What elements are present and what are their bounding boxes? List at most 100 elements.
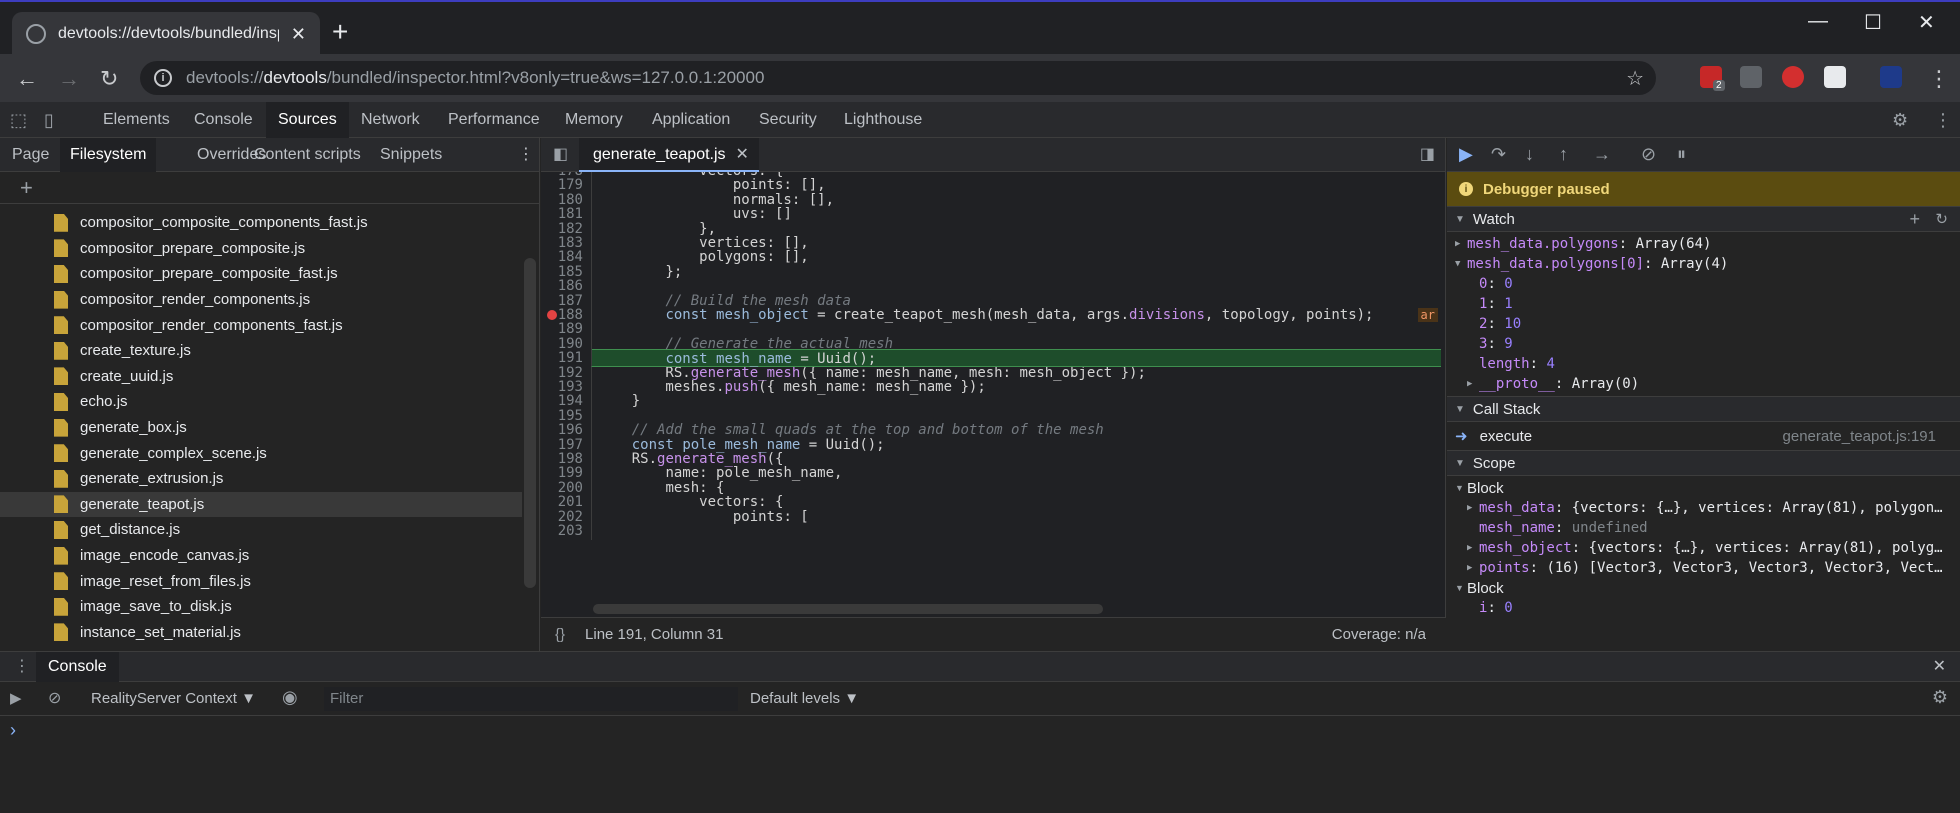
code-text[interactable]: vectors: { xyxy=(591,172,1441,180)
toggle-navigator-icon[interactable]: ◧ xyxy=(553,144,568,164)
eye-icon[interactable]: ◉ xyxy=(282,687,298,708)
bookmark-star-icon[interactable]: ☆ xyxy=(1626,66,1644,91)
add-folder-icon[interactable]: + xyxy=(0,172,539,204)
minimize-icon[interactable]: — xyxy=(1808,10,1828,33)
file-item[interactable]: get_distance.js xyxy=(0,517,522,543)
tab-application[interactable]: Application xyxy=(640,102,742,138)
scope-variable[interactable]: ▶ points: (16) [Vector3, Vector3, Vector3… xyxy=(1455,558,1960,578)
extension-s-icon[interactable] xyxy=(1824,66,1846,88)
file-item[interactable]: image_encode_canvas.js xyxy=(0,543,522,569)
step-icon[interactable]: → xyxy=(1593,144,1611,165)
tab-content-scripts[interactable]: Content scripts xyxy=(244,138,371,172)
frame-location[interactable]: generate_teapot.js:191 xyxy=(1783,428,1936,445)
back-arrow-icon[interactable]: ← xyxy=(16,66,38,92)
scope-variable[interactable]: mesh_name: undefined xyxy=(1455,518,1960,538)
tab-performance[interactable]: Performance xyxy=(436,102,552,138)
proto-row[interactable]: ▶ __proto__: Array(0) xyxy=(1455,374,1960,394)
tab-console-drawer[interactable]: Console xyxy=(36,652,119,682)
watch-header[interactable]: ▼ Watch + ↻ xyxy=(1447,206,1960,232)
file-item[interactable]: create_texture.js xyxy=(0,338,522,364)
pause-on-exceptions-icon[interactable]: ⏸ xyxy=(1677,144,1686,165)
tab-filesystem[interactable]: Filesystem xyxy=(60,138,157,172)
editor-tab-generate-teapot[interactable]: generate_teapot.js ✕ xyxy=(579,138,759,172)
scope-variable[interactable]: ▶ mesh_data: {vectors: {…}, vertices: Arr… xyxy=(1455,498,1960,518)
watch-property[interactable]: 1: 1 xyxy=(1455,294,1960,314)
settings-gear-icon[interactable]: ⚙ xyxy=(1892,110,1908,131)
file-item[interactable]: image_save_to_disk.js xyxy=(0,594,522,620)
scope-block[interactable]: ▼ Block xyxy=(1455,478,1960,498)
resume-icon[interactable]: ▶ xyxy=(1459,144,1473,165)
browser-menu-icon[interactable]: ⋮ xyxy=(1928,66,1950,92)
scope-variable[interactable]: i: 0 xyxy=(1455,598,1960,618)
file-item[interactable]: compositor_prepare_composite.js xyxy=(0,236,522,262)
tab-sources[interactable]: Sources xyxy=(266,102,349,138)
code-line[interactable]: 178 vectors: { xyxy=(541,172,1446,180)
clear-console-icon[interactable]: ⊘ xyxy=(48,688,61,708)
step-out-icon[interactable]: ↑ xyxy=(1559,144,1568,165)
tab-console[interactable]: Console xyxy=(182,102,265,138)
file-item[interactable]: create_uuid.js xyxy=(0,364,522,390)
info-icon[interactable]: i xyxy=(154,69,172,87)
watch-item[interactable]: ▶ mesh_data.polygons: Array(64) xyxy=(1455,234,1960,254)
close-window-icon[interactable]: ✕ xyxy=(1918,10,1935,35)
file-item[interactable]: echo.js xyxy=(0,389,522,415)
tab-security[interactable]: Security xyxy=(747,102,829,138)
file-item[interactable]: generate_box.js xyxy=(0,415,522,441)
file-item[interactable]: generate_complex_scene.js xyxy=(0,440,522,466)
watch-item[interactable]: ▼ mesh_data.polygons[0]: Array(4) xyxy=(1455,254,1960,274)
file-item[interactable]: compositor_prepare_composite_fast.js xyxy=(0,261,522,287)
add-watch-icon[interactable]: + xyxy=(1909,209,1920,230)
file-item[interactable]: compositor_render_components_fast.js xyxy=(0,312,522,338)
scope-block[interactable]: ▼ Block xyxy=(1455,578,1960,598)
inspect-element-icon[interactable]: ⬚ xyxy=(10,110,27,131)
browser-tab[interactable]: devtools://devtools/bundled/insp ✕ xyxy=(12,12,320,56)
console-settings-icon[interactable]: ⚙ xyxy=(1932,687,1948,708)
file-item[interactable]: instance_set_material.js xyxy=(0,620,522,646)
context-selector[interactable]: RealityServer Context ▼ xyxy=(91,690,256,707)
file-item[interactable]: generate_teapot.js xyxy=(0,491,522,518)
line-number[interactable]: 178 xyxy=(541,172,591,180)
file-item[interactable]: image_reset_from_files.js xyxy=(0,568,522,594)
close-drawer-icon[interactable]: ✕ xyxy=(1933,656,1946,676)
tab-network[interactable]: Network xyxy=(349,102,432,138)
editor-horizontal-scrollbar[interactable] xyxy=(593,604,1103,614)
more-options-icon[interactable]: ⋮ xyxy=(1934,110,1952,131)
show-sidebar-icon[interactable]: ▶ xyxy=(10,689,22,707)
console-filter-input[interactable]: Filter xyxy=(324,687,738,711)
file-item[interactable]: compositor_render_components.js xyxy=(0,287,522,313)
scope-header[interactable]: ▼ Scope xyxy=(1447,450,1960,476)
breakpoint-marker[interactable] xyxy=(547,310,557,320)
tab-memory[interactable]: Memory xyxy=(553,102,635,138)
extension-cast-icon[interactable] xyxy=(1880,66,1902,88)
tab-snippets[interactable]: Snippets xyxy=(370,138,452,172)
tab-lighthouse[interactable]: Lighthouse xyxy=(832,102,934,138)
device-toolbar-icon[interactable]: ▯ xyxy=(44,110,54,131)
tab-page[interactable]: Page xyxy=(2,138,59,172)
maximize-icon[interactable]: ☐ xyxy=(1864,10,1882,35)
close-file-icon[interactable]: ✕ xyxy=(736,146,749,163)
step-over-icon[interactable]: ↷ xyxy=(1491,144,1506,165)
reload-icon[interactable]: ↻ xyxy=(100,66,118,92)
tab-elements[interactable]: Elements xyxy=(91,102,182,138)
navigator-menu-icon[interactable]: ⋮ xyxy=(508,138,544,172)
extension-adblock-icon[interactable] xyxy=(1782,66,1804,88)
toggle-debugger-icon[interactable]: ◨ xyxy=(1420,144,1435,164)
drawer-menu-icon[interactable]: ⋮ xyxy=(14,656,30,676)
watch-property[interactable]: 2: 10 xyxy=(1455,314,1960,334)
call-stack-header[interactable]: ▼ Call Stack xyxy=(1447,396,1960,422)
scope-variable[interactable]: ▶ mesh_object: {vectors: {…}, vertices: A… xyxy=(1455,538,1960,558)
close-tab-icon[interactable]: ✕ xyxy=(291,24,306,45)
console-prompt[interactable]: › xyxy=(0,716,1960,741)
watch-property[interactable]: 3: 9 xyxy=(1455,334,1960,354)
refresh-icon[interactable]: ↻ xyxy=(1935,210,1948,228)
deactivate-breakpoints-icon[interactable]: ⊘ xyxy=(1641,144,1656,165)
code-area[interactable]: 203 202 points: [201 vectors: {200 mesh: … xyxy=(541,172,1446,617)
navigator-scrollbar[interactable] xyxy=(524,258,536,588)
log-levels-dropdown[interactable]: Default levels ▼ xyxy=(750,690,859,707)
new-tab-button[interactable]: + xyxy=(332,18,348,46)
extension-pdf-icon[interactable] xyxy=(1740,66,1762,88)
watch-property[interactable]: 0: 0 xyxy=(1455,274,1960,294)
url-text[interactable]: devtools://devtools/bundled/inspector.ht… xyxy=(186,68,764,88)
call-frame[interactable]: ➜ execute generate_teapot.js:191 xyxy=(1447,422,1960,450)
step-into-icon[interactable]: ↓ xyxy=(1525,144,1534,165)
